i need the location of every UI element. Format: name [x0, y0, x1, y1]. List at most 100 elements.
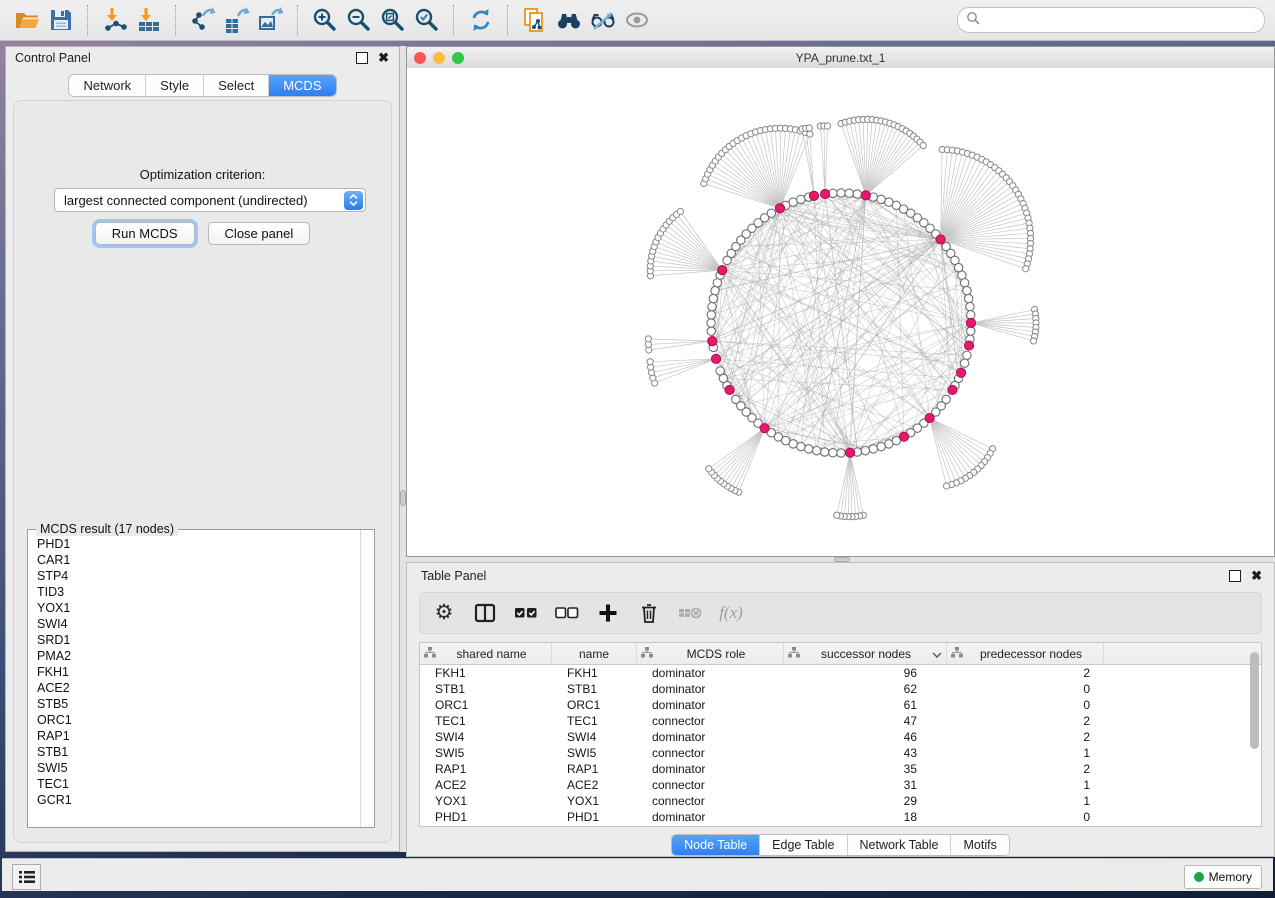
column-header-MCDS-role[interactable]: MCDS role [637, 643, 784, 664]
memory-button[interactable]: Memory [1184, 865, 1262, 889]
select-all-icon[interactable] [512, 599, 540, 627]
list-scrollbar[interactable] [360, 530, 374, 827]
table-cell[interactable]: dominator [637, 682, 784, 696]
zoom-selected-icon[interactable] [410, 3, 444, 37]
table-row[interactable]: YOX1YOX1connector291 [420, 793, 1261, 809]
column-header-predecessor-nodes[interactable]: predecessor nodes [947, 643, 1104, 664]
table-cell[interactable]: 1 [947, 746, 1104, 760]
zoom-fit-icon[interactable] [376, 3, 410, 37]
task-history-button[interactable] [12, 864, 41, 890]
table-cell[interactable]: dominator [637, 698, 784, 712]
table-cell[interactable]: 0 [947, 810, 1104, 824]
mcds-result-item[interactable]: CAR1 [29, 552, 360, 568]
table-cell[interactable]: ACE2 [552, 778, 637, 792]
table-cell[interactable]: FKH1 [420, 666, 552, 680]
table-row[interactable]: SWI5SWI5connector431 [420, 745, 1261, 761]
table-cell[interactable]: 96 [784, 666, 947, 680]
table-cell[interactable]: TEC1 [552, 714, 637, 728]
tab-node-table[interactable]: Node Table [672, 835, 760, 855]
tab-network-table[interactable]: Network Table [848, 835, 952, 855]
table-cell[interactable]: dominator [637, 810, 784, 824]
export-table-icon[interactable] [220, 3, 254, 37]
table-cell[interactable]: connector [637, 794, 784, 808]
zoom-in-icon[interactable] [308, 3, 342, 37]
table-cell[interactable]: connector [637, 746, 784, 760]
table-cell[interactable]: 0 [947, 682, 1104, 696]
table-cell[interactable]: RAP1 [552, 762, 637, 776]
network-window-titlebar[interactable]: YPA_prune.txt_1 [407, 47, 1274, 69]
table-cell[interactable]: 2 [947, 730, 1104, 744]
table-cell[interactable]: RAP1 [420, 762, 552, 776]
table-cell[interactable]: 62 [784, 682, 947, 696]
table-cell[interactable]: 43 [784, 746, 947, 760]
table-row[interactable]: FKH1FKH1dominator962 [420, 665, 1261, 681]
column-header-name[interactable]: name [552, 643, 637, 664]
mcds-result-item[interactable]: SRD1 [29, 632, 360, 648]
table-settings-gear-icon[interactable]: ⚙ [430, 599, 458, 627]
table-cell[interactable]: dominator [637, 666, 784, 680]
table-scrollbar[interactable] [1250, 652, 1259, 749]
table-cell[interactable]: STB1 [420, 682, 552, 696]
table-cell[interactable]: connector [637, 778, 784, 792]
mcds-result-item[interactable]: STB1 [29, 744, 360, 760]
float-panel-icon[interactable] [356, 52, 368, 64]
mcds-result-list[interactable]: PHD1CAR1STP4TID3YOX1SWI4SRD1PMA2FKH1ACE2… [29, 536, 360, 826]
table-cell[interactable]: PHD1 [552, 810, 637, 824]
refresh-layout-icon[interactable] [464, 3, 498, 37]
mcds-result-item[interactable]: SWI5 [29, 760, 360, 776]
table-cell[interactable]: SWI4 [552, 730, 637, 744]
table-cell[interactable]: 46 [784, 730, 947, 744]
zoom-out-icon[interactable] [342, 3, 376, 37]
clone-network-icon[interactable] [518, 3, 552, 37]
search-box[interactable] [957, 7, 1265, 33]
import-table-icon[interactable] [132, 3, 166, 37]
hide-edges-icon[interactable] [586, 3, 620, 37]
table-cell[interactable]: ACE2 [420, 778, 552, 792]
mcds-result-item[interactable]: TEC1 [29, 776, 360, 792]
float-panel-icon[interactable] [1229, 570, 1241, 582]
mcds-result-item[interactable]: SWI4 [29, 616, 360, 632]
table-row[interactable]: PHD1PHD1dominator180 [420, 809, 1261, 825]
table-cell[interactable]: YOX1 [420, 794, 552, 808]
export-network-icon[interactable] [186, 3, 220, 37]
table-cell[interactable]: 31 [784, 778, 947, 792]
table-cell[interactable]: dominator [637, 762, 784, 776]
table-cell[interactable]: SWI4 [420, 730, 552, 744]
tab-mcds[interactable]: MCDS [269, 75, 335, 96]
table-row[interactable]: SWI4SWI4dominator462 [420, 729, 1261, 745]
table-row[interactable]: ORC1ORC1dominator610 [420, 697, 1261, 713]
import-network-icon[interactable] [98, 3, 132, 37]
add-column-icon[interactable] [594, 599, 622, 627]
table-row[interactable]: RAP1RAP1dominator352 [420, 761, 1261, 777]
export-image-icon[interactable] [254, 3, 288, 37]
mcds-result-item[interactable]: RAP1 [29, 728, 360, 744]
table-row[interactable]: TEC1TEC1connector472 [420, 713, 1261, 729]
table-cell[interactable]: 47 [784, 714, 947, 728]
table-row[interactable]: ACE2ACE2connector311 [420, 777, 1261, 793]
table-cell[interactable]: 18 [784, 810, 947, 824]
table-cell[interactable]: SWI5 [552, 746, 637, 760]
table-cell[interactable]: PHD1 [420, 810, 552, 824]
show-eye-icon[interactable] [620, 3, 654, 37]
table-cell[interactable]: SWI5 [420, 746, 552, 760]
tab-style[interactable]: Style [146, 75, 204, 96]
column-header-shared-name[interactable]: shared name [420, 643, 552, 664]
network-graph[interactable] [407, 68, 1274, 556]
network-canvas[interactable] [407, 68, 1274, 556]
table-cell[interactable]: 61 [784, 698, 947, 712]
close-panel-button[interactable]: Close panel [208, 222, 311, 245]
mcds-result-item[interactable]: STB5 [29, 696, 360, 712]
tab-edge-table[interactable]: Edge Table [760, 835, 847, 855]
mcds-result-item[interactable]: GCR1 [29, 792, 360, 808]
mcds-result-item[interactable]: PHD1 [29, 536, 360, 552]
column-header-successor-nodes[interactable]: successor nodes [784, 643, 947, 664]
show-columns-icon[interactable] [471, 599, 499, 627]
mcds-result-item[interactable]: FKH1 [29, 664, 360, 680]
table-cell[interactable]: ORC1 [420, 698, 552, 712]
mcds-result-item[interactable]: YOX1 [29, 600, 360, 616]
mcds-result-item[interactable]: ACE2 [29, 680, 360, 696]
table-cell[interactable]: 1 [947, 794, 1104, 808]
tab-motifs[interactable]: Motifs [951, 835, 1008, 855]
mcds-result-item[interactable]: STP4 [29, 568, 360, 584]
table-cell[interactable]: YOX1 [552, 794, 637, 808]
